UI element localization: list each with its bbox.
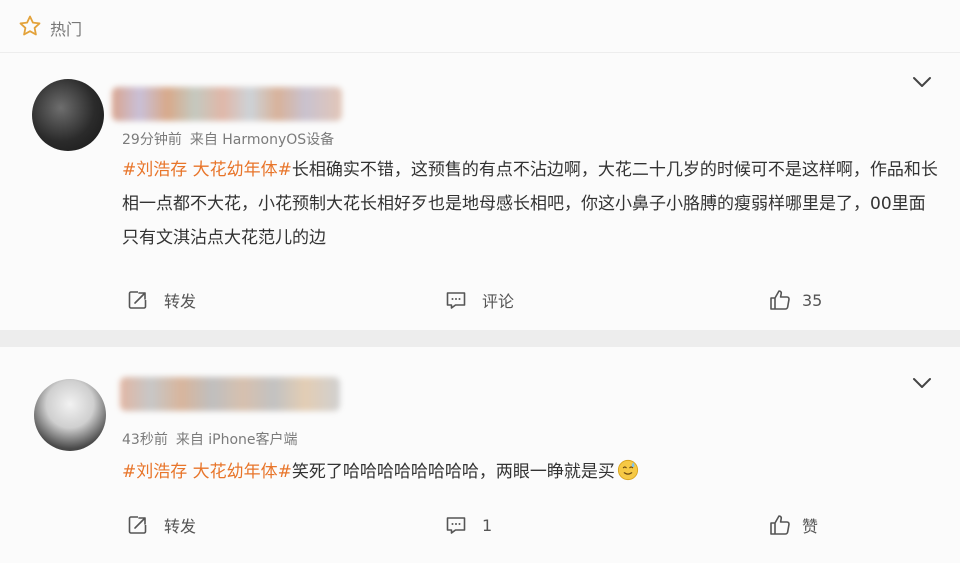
topic-link[interactable]: #刘浩存 大花幼年体# — [122, 160, 292, 180]
comment-meta: 29分钟前 来自 HarmonyOS设备 — [122, 129, 334, 149]
comment-icon — [446, 292, 466, 309]
section-title: 热门 — [50, 20, 83, 39]
avatar[interactable] — [34, 379, 106, 451]
like-button[interactable]: 赞 — [768, 513, 818, 537]
comment-button[interactable]: 评论 — [444, 288, 514, 312]
comment-body: 笑死了哈哈哈哈哈哈哈哈，两眼一睁就是买 — [291, 462, 615, 482]
repost-label: 转发 — [164, 292, 197, 311]
header: 热门 — [0, 0, 960, 52]
repost-button[interactable]: 转发 — [126, 513, 196, 537]
topic-link[interactable]: #刘浩存 大花幼年体# — [122, 462, 292, 482]
comment-count: 1 — [482, 515, 493, 535]
chevron-down-icon[interactable] — [912, 376, 932, 390]
like-button[interactable]: 35 — [768, 288, 822, 312]
like-count: 35 — [802, 290, 823, 310]
comment-label: 评论 — [482, 292, 515, 311]
star-icon[interactable] — [18, 14, 42, 38]
comment-text: #刘浩存 大花幼年体#长相确实不错，这预售的有点不沾边啊，大花二十几岁的时候可不… — [122, 153, 940, 255]
thumbs-up-icon — [770, 515, 790, 535]
repost-button[interactable]: 转发 — [126, 288, 196, 312]
comment-text: #刘浩存 大花幼年体#笑死了哈哈哈哈哈哈哈哈，两眼一睁就是买 — [122, 455, 940, 489]
comment-meta: 43秒前 来自 iPhone客户端 — [122, 429, 298, 449]
comment-time: 43秒前 — [122, 432, 168, 448]
avatar[interactable] — [32, 79, 104, 151]
username-blurred[interactable] — [112, 87, 342, 121]
comment-time: 29分钟前 — [122, 132, 182, 148]
chevron-down-icon[interactable] — [912, 75, 932, 89]
comment-source: 来自 HarmonyOS设备 — [189, 132, 335, 148]
repost-icon — [128, 291, 147, 309]
comment-icon — [446, 517, 466, 534]
repost-label: 转发 — [164, 517, 197, 536]
thumbs-up-icon — [770, 290, 790, 310]
sweat-smile-emoji — [617, 459, 638, 481]
comment-button[interactable]: 1 — [444, 513, 492, 537]
comment-card: 43秒前 来自 iPhone客户端 #刘浩存 大花幼年体#笑死了哈哈哈哈哈哈哈哈，… — [0, 347, 960, 563]
comment-card: 29分钟前 来自 HarmonyOS设备 #刘浩存 大花幼年体#长相确实不错，这预… — [0, 53, 960, 330]
username-blurred[interactable] — [120, 377, 340, 411]
repost-icon — [128, 516, 147, 534]
comment-source: 来自 iPhone客户端 — [175, 432, 298, 448]
like-label: 赞 — [802, 517, 819, 536]
